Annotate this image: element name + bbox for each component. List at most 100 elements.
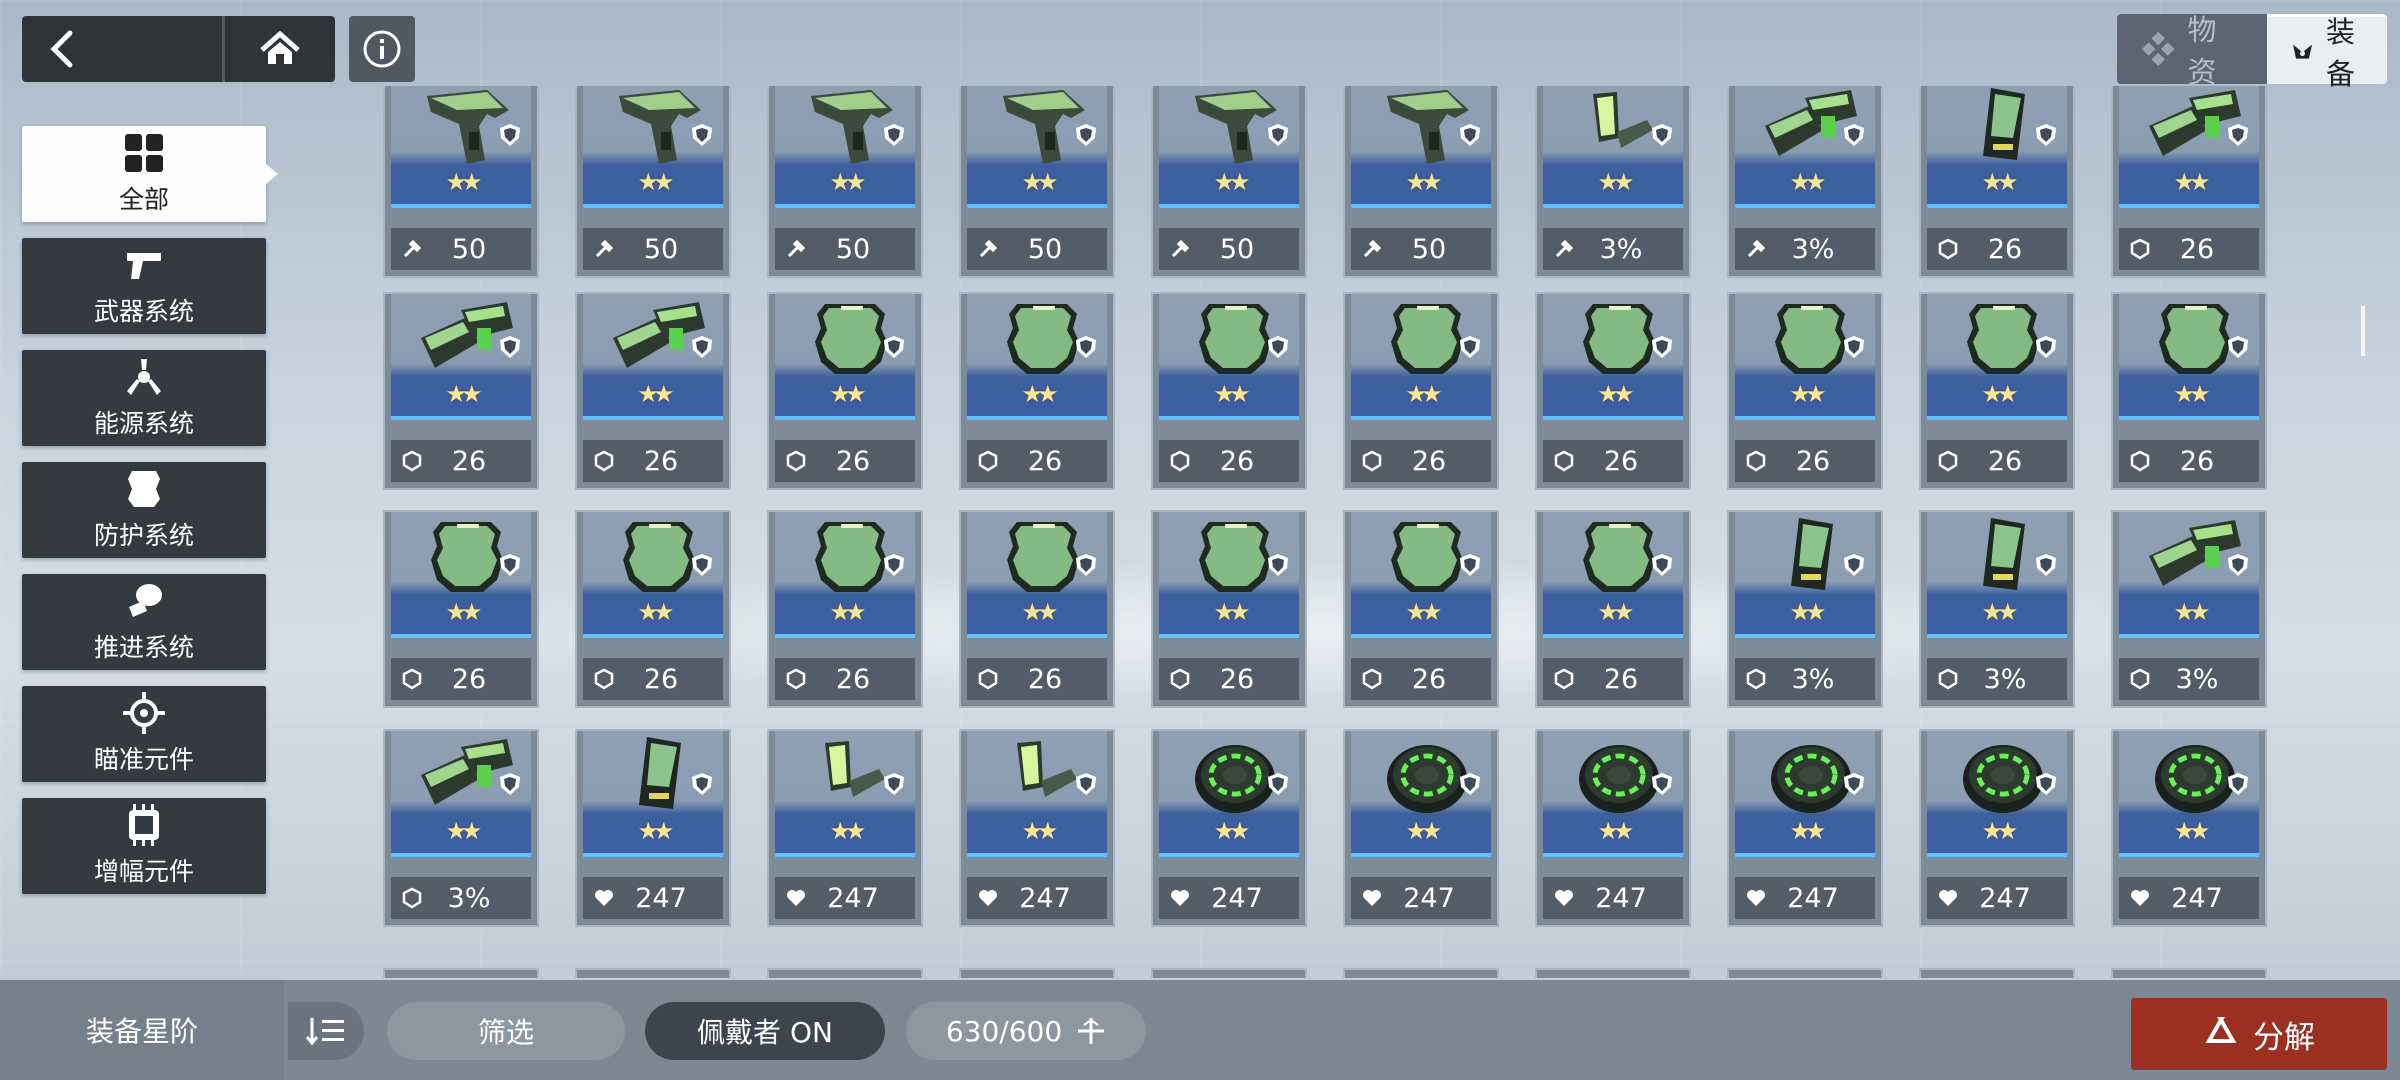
- equipment-card[interactable]: ★★ 26: [2111, 292, 2267, 490]
- sidebar-item-weapon[interactable]: 武器系统: [22, 238, 266, 334]
- equipment-card[interactable]: [1343, 968, 1499, 978]
- equipment-card[interactable]: ★★ 26: [2111, 86, 2267, 278]
- card-art-area: ★★: [391, 512, 531, 638]
- equipment-card[interactable]: ★★ 50: [959, 86, 1115, 278]
- equipment-card[interactable]: ★★ 26: [1919, 86, 2075, 278]
- sidebar-item-thruster[interactable]: 推进系统: [22, 574, 266, 670]
- sidebar-item-defense[interactable]: 防护系统: [22, 462, 266, 558]
- thruster-icon: [123, 580, 165, 622]
- equipment-card[interactable]: ★★ 50: [1151, 86, 1307, 278]
- sidebar-item-aiming[interactable]: 瞄准元件: [22, 686, 266, 782]
- tab-materials[interactable]: 物资: [2117, 13, 2267, 89]
- equipment-card[interactable]: ★★ 26: [575, 510, 731, 708]
- wrench-icon: [1551, 236, 1577, 262]
- equipment-card[interactable]: [959, 968, 1115, 978]
- card-stat: 247: [1159, 877, 1299, 919]
- star-rating: ★★: [445, 168, 482, 196]
- hex-shield-icon: [975, 448, 1001, 474]
- equipment-card[interactable]: [1535, 968, 1691, 978]
- equipment-card[interactable]: ★★ 26: [1151, 510, 1307, 708]
- stat-value: 50: [451, 233, 487, 265]
- grid-all-icon: [123, 132, 165, 174]
- stat-value: 26: [2179, 233, 2215, 265]
- equipment-card[interactable]: ★★ 247: [1151, 729, 1307, 927]
- sidebar-item-label: 推进系统: [93, 633, 194, 662]
- wearer-toggle[interactable]: 佩戴者 ON: [645, 1002, 885, 1060]
- equipment-card[interactable]: [575, 968, 731, 978]
- sort-star-rank-button[interactable]: 装备星阶: [0, 980, 284, 1080]
- equipment-card[interactable]: ★★ 26: [1919, 292, 2075, 490]
- equipment-card[interactable]: ★★ 26: [383, 292, 539, 490]
- card-art-area: ★★: [967, 512, 1107, 638]
- heart-icon: [591, 885, 617, 911]
- sidebar-item-label: 防护系统: [93, 521, 194, 550]
- shield-badge-icon: [689, 552, 715, 578]
- shield-badge-icon: [2033, 552, 2059, 578]
- equipment-card[interactable]: ★★ 26: [1343, 292, 1499, 490]
- stat-value: 26: [835, 445, 871, 477]
- card-stat: 3%: [391, 877, 531, 919]
- stat-value: 50: [1027, 233, 1063, 265]
- equipment-card[interactable]: ★★ 26: [1535, 510, 1691, 708]
- equipment-card[interactable]: ★★ 26: [959, 510, 1115, 708]
- equipment-card[interactable]: ★★ 247: [767, 729, 923, 927]
- equipment-card[interactable]: ★★ 50: [383, 86, 539, 278]
- equipment-card[interactable]: ★★ 247: [1535, 729, 1691, 927]
- equipment-grid[interactable]: ★★ 50 ★★ 50 ★★ 50 ★★ 50 ★★ 50 ★★ 50 ★★ 3% ★★ 3% ★★ 26 ★★ 26…: [383, 86, 2273, 978]
- equipment-card[interactable]: ★★ 26: [383, 510, 539, 708]
- equipment-card[interactable]: ★★ 247: [1343, 729, 1499, 927]
- sidebar-item-all[interactable]: 全部: [22, 126, 278, 222]
- equipment-card[interactable]: ★★ 247: [959, 729, 1115, 927]
- equipment-card[interactable]: ★★ 247: [1727, 729, 1883, 927]
- equipment-card[interactable]: [1727, 968, 1883, 978]
- chip-icon: [123, 804, 165, 846]
- equipment-card[interactable]: ★★ 26: [1535, 292, 1691, 490]
- home-button[interactable]: [222, 16, 335, 82]
- equipment-card[interactable]: ★★ 26: [767, 510, 923, 708]
- stat-value: 247: [1403, 882, 1455, 914]
- star-rating: ★★: [445, 380, 482, 408]
- sidebar-item-amplifier[interactable]: 增幅元件: [22, 798, 266, 894]
- equipment-card[interactable]: [1919, 968, 2075, 978]
- filter-button[interactable]: 筛选: [387, 1002, 625, 1060]
- equipment-card[interactable]: ★★ 26: [1151, 292, 1307, 490]
- wearer-label: 佩戴者 ON: [697, 1016, 833, 1049]
- equipment-card[interactable]: ★★ 26: [767, 292, 923, 490]
- card-stat: 50: [583, 228, 723, 270]
- equipment-card[interactable]: ★★ 26: [1343, 510, 1499, 708]
- tab-equipment[interactable]: 装备: [2267, 14, 2387, 91]
- equipment-card[interactable]: ★★ 50: [1343, 86, 1499, 278]
- decompose-button[interactable]: 分解: [2131, 998, 2387, 1070]
- equipment-card[interactable]: ★★ 3%: [2111, 510, 2267, 708]
- equipment-card[interactable]: ★★ 3%: [1919, 510, 2075, 708]
- equipment-card[interactable]: ★★ 50: [575, 86, 731, 278]
- equipment-card[interactable]: ★★ 247: [1919, 729, 2075, 927]
- equipment-card[interactable]: [2111, 968, 2267, 978]
- equipment-card[interactable]: ★★ 3%: [1727, 510, 1883, 708]
- equipment-card[interactable]: ★★ 3%: [383, 729, 539, 927]
- scrollbar-thumb[interactable]: [2361, 306, 2365, 356]
- star-rating: ★★: [637, 168, 674, 196]
- sidebar-item-energy[interactable]: 能源系统: [22, 350, 266, 446]
- capacity-expand-button[interactable]: 630/600: [906, 1002, 1146, 1060]
- back-button[interactable]: [22, 16, 222, 82]
- equipment-card[interactable]: ★★ 3%: [1535, 86, 1691, 278]
- stat-value: 3%: [447, 882, 491, 914]
- card-art-area: ★★: [775, 731, 915, 857]
- equipment-card[interactable]: ★★ 50: [767, 86, 923, 278]
- equipment-card[interactable]: ★★ 247: [2111, 729, 2267, 927]
- equipment-card[interactable]: ★★ 3%: [1727, 86, 1883, 278]
- equipment-card[interactable]: [1151, 968, 1307, 978]
- sort-order-button[interactable]: [288, 1002, 364, 1060]
- shield-badge-icon: [689, 334, 715, 360]
- armor-icon: [126, 468, 162, 510]
- card-art-area: ★★: [391, 86, 531, 208]
- equipment-card[interactable]: ★★ 26: [959, 292, 1115, 490]
- info-button[interactable]: [349, 16, 415, 82]
- equipment-card[interactable]: ★★ 247: [575, 729, 731, 927]
- stat-value: 247: [2171, 882, 2223, 914]
- equipment-card[interactable]: ★★ 26: [575, 292, 731, 490]
- equipment-card[interactable]: ★★ 26: [1727, 292, 1883, 490]
- equipment-card[interactable]: [383, 968, 539, 978]
- equipment-card[interactable]: [767, 968, 923, 978]
